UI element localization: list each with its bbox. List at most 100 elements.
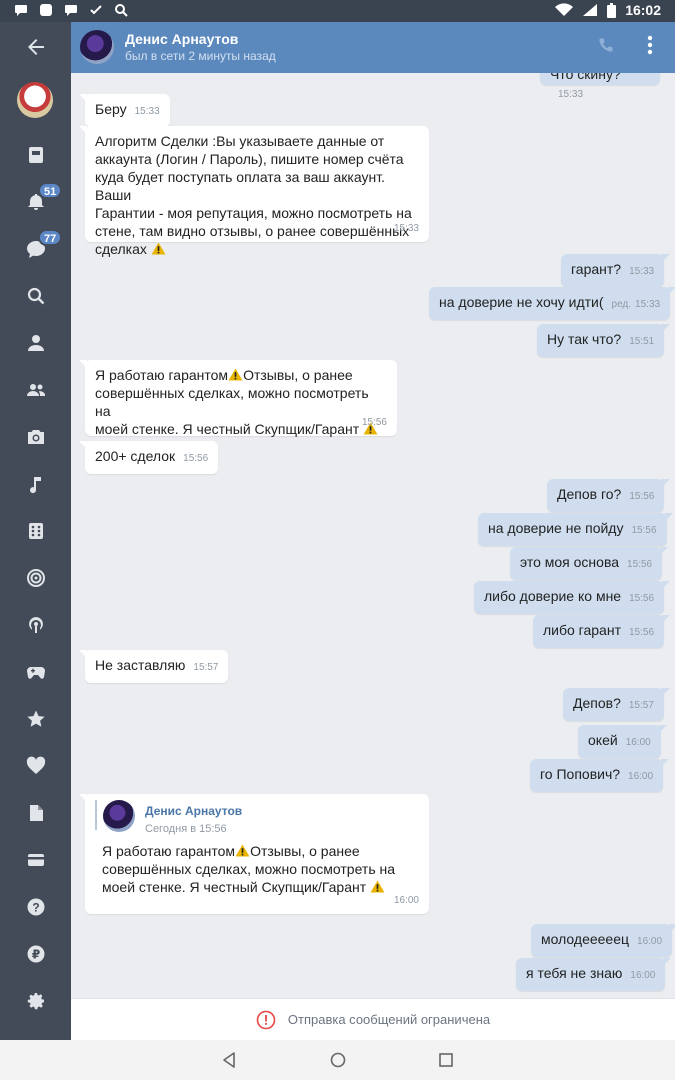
message-bubble-out[interactable]: окей 16:00 xyxy=(578,725,667,758)
nav-recents-icon[interactable] xyxy=(436,1050,456,1070)
search-notification-icon xyxy=(115,4,128,17)
signal-icon xyxy=(583,4,598,16)
message-time: 16:00 xyxy=(637,936,663,947)
message-time: 15:57 xyxy=(193,662,219,673)
search-icon xyxy=(27,287,44,305)
more-icon[interactable] xyxy=(647,35,653,55)
back-arrow-icon xyxy=(27,39,44,55)
rail-item-notifications[interactable]: 51 xyxy=(0,182,71,222)
rail-item-messages[interactable]: 77 xyxy=(0,229,71,269)
message-text: молодееееец xyxy=(541,931,630,947)
svg-text:₽: ₽ xyxy=(31,948,39,962)
message-text-line: Я работаю гарантом xyxy=(102,843,236,859)
wifi-icon xyxy=(555,3,574,17)
vk-notification-icon xyxy=(40,4,52,16)
edited-label: ред. xyxy=(611,299,632,310)
message-bubble-out[interactable]: Депов го? 15:56 xyxy=(547,479,671,512)
rail-item-bookmarks[interactable] xyxy=(0,699,71,739)
svg-text:?: ? xyxy=(32,901,39,915)
ruble-icon: ₽ xyxy=(27,945,44,963)
rail-item-friends[interactable] xyxy=(0,370,71,410)
message-bubble-out[interactable]: это моя основа 15:56 xyxy=(510,547,669,580)
back-button[interactable] xyxy=(0,27,71,67)
system-navigation-bar xyxy=(0,1040,675,1080)
status-bar: 16:02 xyxy=(0,0,675,22)
restricted-notice-text: Отправка сообщений ограничена xyxy=(287,1012,491,1027)
star-icon xyxy=(26,710,45,727)
friends-icon xyxy=(26,384,45,396)
message-bubble-out[interactable]: на доверие не хочу идти(ред. 15:33 xyxy=(429,287,675,320)
message-bubble-in[interactable]: 200+ сделок 15:56 xyxy=(78,441,219,474)
rail-item-vk-pay[interactable]: ₽ xyxy=(0,934,71,974)
message-bubble-out[interactable]: на доверие не пойду 15:56 xyxy=(478,513,673,546)
message-text: 200+ сделок xyxy=(95,448,176,464)
nav-home-icon[interactable] xyxy=(328,1050,348,1070)
message-time: 15:51 xyxy=(629,336,655,347)
forward-quote-bar xyxy=(95,800,97,830)
games-grid-icon xyxy=(28,523,43,539)
document-icon xyxy=(29,805,43,821)
message-list[interactable]: Что скину? 15:33 Беру 15:33 Алгоритм Сделк… xyxy=(71,73,675,998)
message-bubble-out[interactable]: либо доверие ко мне 15:56 xyxy=(474,581,671,614)
message-text-line: совершённых сделках, можно посмотреть на xyxy=(95,385,369,419)
rail-item-music[interactable] xyxy=(0,464,71,504)
contact-name[interactable]: Денис Арнаутов xyxy=(125,31,238,47)
message-bubble-out[interactable]: Депов? 15:57 xyxy=(563,688,670,721)
nav-back-icon[interactable] xyxy=(219,1050,239,1070)
message-text: либо доверие ко мне xyxy=(484,588,622,604)
message-bubble-in[interactable]: Не заставляю 15:57 xyxy=(78,650,229,683)
message-time: 15:33 xyxy=(635,299,661,310)
message-bubble-out[interactable]: либо гарант 15:56 xyxy=(533,615,671,648)
message-text-line: Алгоритм Сделки :Вы указываете данные от xyxy=(95,133,385,149)
rail-item-photos[interactable] xyxy=(0,417,71,457)
message-text-line: Гарантии - моя репутация, можно посмотре… xyxy=(95,205,412,221)
rail-item-settings[interactable] xyxy=(0,981,71,1021)
contact-status: был в сети 2 минуты назад xyxy=(125,49,276,63)
message-bubble-in[interactable]: Алгоритм Сделки :Вы указываете данные от… xyxy=(79,126,429,257)
message-time: 15:33 xyxy=(558,89,584,100)
contact-avatar[interactable] xyxy=(80,30,114,64)
message-bubble-in[interactable]: Я работаю гарантом Отзывы, о ранее соверш… xyxy=(79,360,397,437)
message-text-line: Отзывы, о ранее xyxy=(243,367,353,383)
restricted-icon xyxy=(256,1010,276,1029)
message-bubble-out[interactable]: го Попович? 16:00 xyxy=(530,759,670,792)
heart-icon xyxy=(26,756,45,774)
message-bubble-in[interactable]: Беру 15:33 xyxy=(79,94,170,127)
message-text-line: сделках xyxy=(95,241,147,257)
message-time: 15:56 xyxy=(631,525,657,536)
message-text-line: стене, там видно отзывы, о ранее совершё… xyxy=(95,223,410,239)
rail-item-profile[interactable] xyxy=(0,323,71,363)
rail-item-target[interactable] xyxy=(0,558,71,598)
message-bubble-out[interactable]: гарант? 15:33 xyxy=(561,254,671,287)
message-text-line: моей стенке. Я честный Скупщик/Гарант xyxy=(95,421,360,437)
message-text: Не заставляю xyxy=(95,657,186,673)
message-bubble-out[interactable]: Что скину? 15:33 xyxy=(540,73,660,100)
forwarded-author-avatar[interactable] xyxy=(103,800,135,832)
message-time: 15:56 xyxy=(629,593,655,604)
message-text: Депов го? xyxy=(557,486,622,502)
forwarded-author-name[interactable]: Денис Арнаутов xyxy=(145,802,242,820)
rail-item-podcasts[interactable] xyxy=(0,605,71,645)
rail-item-search[interactable] xyxy=(0,276,71,316)
message-text: Беру xyxy=(95,101,127,117)
rail-item-news[interactable] xyxy=(0,135,71,175)
message-text: на доверие не пойду xyxy=(488,520,624,536)
rail-item-services[interactable] xyxy=(0,511,71,551)
phone-icon[interactable] xyxy=(597,36,615,54)
forwarded-text: Я работаю гарантом Отзывы, о ранее соверш… xyxy=(102,842,402,896)
rail-item-likes[interactable] xyxy=(0,746,71,786)
message-bubble-out[interactable]: я тебя не знаю 16:00 xyxy=(516,958,672,991)
message-text: я тебя не знаю xyxy=(526,965,623,981)
message-bubble-out[interactable]: молодееееец 16:00 xyxy=(531,924,675,957)
rail-item-payments[interactable] xyxy=(0,840,71,880)
message-text-line: куда будет поступать оплата за ваш аккау… xyxy=(95,169,385,203)
rail-item-help[interactable]: ? xyxy=(0,887,71,927)
rail-item-documents[interactable] xyxy=(0,793,71,833)
user-avatar[interactable] xyxy=(17,82,53,118)
forwarded-message-bubble[interactable]: Денис Арнаутов Сегодня в 15:56 Я работаю… xyxy=(79,794,429,914)
news-icon xyxy=(28,147,43,163)
message-time: 15:56 xyxy=(628,627,655,638)
rail-item-games[interactable] xyxy=(0,652,71,692)
left-navigation-rail: 51 77 ? ₽ xyxy=(0,22,71,1040)
message-bubble-out[interactable]: Ну так что? 15:51 xyxy=(537,324,671,357)
